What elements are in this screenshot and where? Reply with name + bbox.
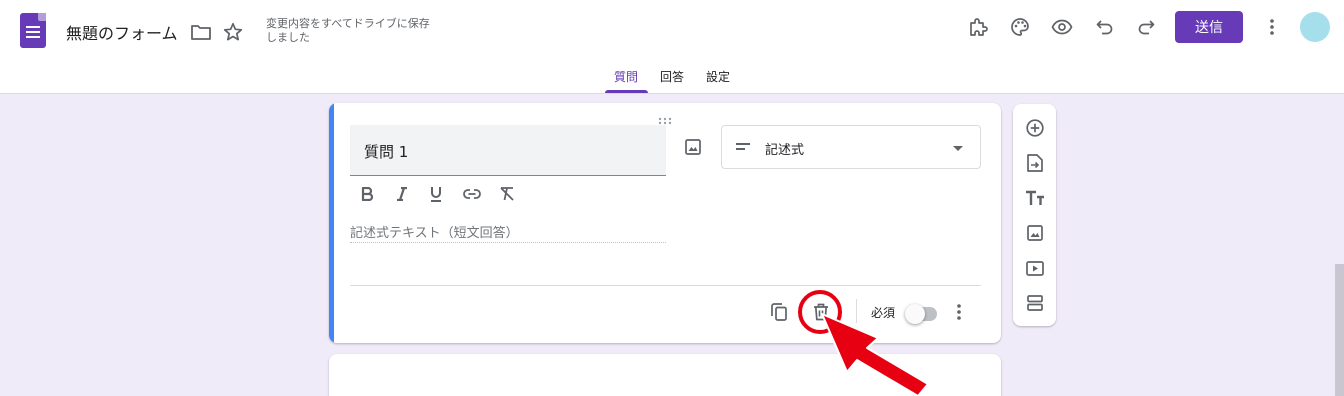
forms-app-icon[interactable]: [20, 13, 46, 48]
form-title[interactable]: 無題のフォーム: [66, 20, 178, 44]
send-button[interactable]: 送信: [1175, 11, 1243, 43]
underline-icon[interactable]: [428, 185, 444, 203]
short-answer-placeholder: 記述式テキスト（短文回答）: [350, 222, 666, 243]
page-scrollbar[interactable]: [1335, 264, 1344, 396]
dropdown-arrow-icon: [952, 143, 964, 153]
italic-icon[interactable]: [394, 185, 410, 203]
import-questions-icon[interactable]: [1024, 152, 1046, 174]
question-title: 質問 1: [364, 143, 409, 161]
add-image-icon[interactable]: [683, 137, 703, 157]
active-tab-indicator: [605, 90, 648, 93]
star-icon[interactable]: [222, 21, 244, 43]
preview-eye-icon[interactable]: [1050, 15, 1074, 39]
more-vert-icon[interactable]: [1262, 15, 1282, 39]
save-status: 変更内容をすべてドライブに保存しました: [266, 17, 430, 44]
tab-settings[interactable]: 設定: [706, 68, 730, 85]
more-options-icon[interactable]: [949, 302, 969, 322]
tab-responses[interactable]: 回答: [660, 68, 684, 85]
pointer-arrow-icon: [821, 313, 929, 396]
question-type-label: 記述式: [765, 143, 805, 158]
bold-icon[interactable]: [359, 185, 375, 203]
add-title-icon[interactable]: [1023, 187, 1047, 209]
redo-icon[interactable]: [1134, 15, 1158, 39]
drag-handle-icon[interactable]: [658, 110, 674, 125]
clear-format-icon[interactable]: [498, 185, 516, 203]
folder-icon[interactable]: [190, 22, 212, 42]
add-image-icon[interactable]: [1024, 222, 1046, 244]
format-toolbar: [359, 185, 529, 205]
add-section-icon[interactable]: [1024, 292, 1046, 314]
link-icon[interactable]: [462, 185, 482, 203]
side-toolbar: [1013, 104, 1056, 326]
addon-puzzle-icon[interactable]: [966, 15, 990, 39]
active-card-indicator: [329, 103, 334, 343]
tab-questions[interactable]: 質問: [614, 68, 638, 85]
question-type-select[interactable]: 記述式: [721, 125, 981, 169]
card-footer-divider: [350, 285, 981, 286]
palette-icon[interactable]: [1008, 15, 1032, 39]
add-video-icon[interactable]: [1024, 257, 1046, 279]
question-title-input[interactable]: 質問 1: [350, 125, 666, 176]
duplicate-icon[interactable]: [768, 301, 790, 323]
short-answer-icon: [735, 140, 751, 154]
undo-icon[interactable]: [1093, 15, 1117, 39]
question-card[interactable]: 質問 1 記述式 記述式テキスト（短文回答） 必須: [329, 103, 1001, 343]
app-header: 無題のフォーム 変更内容をすべてドライブに保存しました 送信 質問 回答 設定: [0, 0, 1344, 94]
avatar[interactable]: [1300, 12, 1330, 42]
tab-bar: 質問 回答 設定: [0, 66, 1344, 94]
add-question-icon[interactable]: [1024, 117, 1046, 139]
